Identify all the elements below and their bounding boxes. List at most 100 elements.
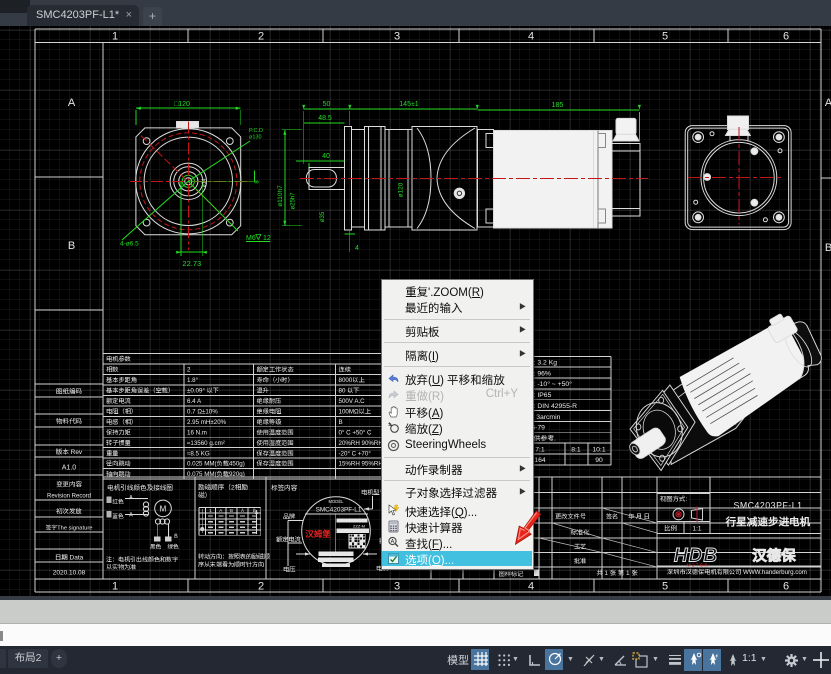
svg-text:B: B <box>68 240 75 252</box>
svg-text:ø130: ø130 <box>249 135 262 141</box>
svg-text:40: 40 <box>322 153 330 160</box>
svg-text:SMC4203PF-L1: SMC4203PF-L1 <box>316 507 362 514</box>
svg-text:B: B <box>825 242 831 254</box>
svg-text:日期 Data: 日期 Data <box>55 555 84 562</box>
svg-text:□120: □120 <box>174 101 190 108</box>
svg-text:签名: 签名 <box>606 513 618 521</box>
svg-text:3: 3 <box>394 581 400 593</box>
svg-text:M6: M6 <box>246 235 256 242</box>
svg-text:5: 5 <box>662 581 668 593</box>
svg-text:签字The signature: 签字The signature <box>44 524 92 532</box>
svg-text:ZZZ-M: ZZZ-M <box>353 524 365 529</box>
svg-text:基本步距角误差（空载）: 基本步距角误差（空载） <box>105 387 174 395</box>
svg-text:ø35: ø35 <box>320 211 326 222</box>
svg-text:使用温度范围: 使用温度范围 <box>257 428 294 436</box>
svg-text:汉姆堡: 汉姆堡 <box>304 529 331 539</box>
svg-text:ø110h7: ø110h7 <box>277 185 284 207</box>
svg-text:6.4 A: 6.4 A <box>187 398 202 405</box>
svg-text:20%RH 90%RH: 20%RH 90%RH <box>339 440 383 447</box>
svg-text:电感（相）: 电感（相） <box>106 418 137 426</box>
svg-text:版本 Rev: 版本 Rev <box>55 448 83 456</box>
svg-text:6: 6 <box>783 31 789 43</box>
svg-text:8: 8 <box>255 180 261 184</box>
svg-text:-20° C +70°: -20° C +70° <box>339 450 372 457</box>
svg-text:3: 3 <box>394 31 400 43</box>
svg-text:A: A <box>825 97 831 109</box>
svg-text:500V A.C: 500V A.C <box>339 398 366 405</box>
svg-text:1.8°: 1.8° <box>187 377 199 384</box>
svg-text:更改文件号: 更改文件号 <box>555 513 586 521</box>
svg-text:励磁顺序（2相励: 励磁顺序（2相励 <box>198 484 248 492</box>
svg-text:保存温度范围: 保存温度范围 <box>257 449 294 457</box>
svg-text:145±1: 145±1 <box>399 101 419 108</box>
svg-text:图样标记: 图样标记 <box>499 570 525 578</box>
svg-text:SMC4203PF-L1: SMC4203PF-L1 <box>733 501 802 511</box>
svg-text:行星减速步进电机: 行星减速步进电机 <box>725 516 811 529</box>
svg-text:使用湿度范围: 使用湿度范围 <box>257 439 294 447</box>
svg-text:A: A <box>219 508 222 513</box>
svg-text:比例: 比例 <box>664 525 677 533</box>
svg-text:额定电流: 额定电流 <box>276 536 301 544</box>
svg-text:黑色: 黑色 <box>150 543 162 551</box>
svg-text:≈8.5 KG: ≈8.5 KG <box>187 450 210 457</box>
svg-text:重量: 重量 <box>106 449 118 457</box>
svg-text:电压: 电压 <box>283 567 296 574</box>
svg-text:汉德保: 汉德保 <box>752 545 797 566</box>
svg-text:序从末端看为顺时针方向: 序从末端看为顺时针方向 <box>198 561 264 569</box>
svg-text:转子惯量: 转子惯量 <box>106 439 131 447</box>
svg-text:±0.09° 以下: ±0.09° 以下 <box>187 387 219 395</box>
svg-text:4: 4 <box>355 245 359 252</box>
svg-text:电机引线颜色及接线图: 电机引线颜色及接线图 <box>107 484 173 492</box>
svg-text:1: 1 <box>209 508 212 513</box>
svg-text:50: 50 <box>323 101 331 108</box>
svg-text:额定电流: 额定电流 <box>106 397 131 405</box>
svg-text:2.95 mH±20%: 2.95 mH±20% <box>187 419 227 426</box>
svg-text:标签内容: 标签内容 <box>271 484 298 492</box>
svg-text:10:1: 10:1 <box>592 446 605 453</box>
svg-text:B: B <box>230 508 233 513</box>
svg-text:A: A <box>129 495 133 501</box>
svg-text:22.73: 22.73 <box>182 259 201 268</box>
svg-text:2020.10.08: 2020.10.08 <box>53 570 86 577</box>
svg-text:164: 164 <box>534 457 546 464</box>
svg-text:变更内容: 变更内容 <box>56 481 83 489</box>
svg-text:转动方向：按照表的励磁顺: 转动方向：按照表的励磁顺 <box>198 553 270 561</box>
svg-text:图纸编码: 图纸编码 <box>56 388 83 396</box>
svg-text:相数: 相数 <box>106 367 119 374</box>
svg-text:ø25h7: ø25h7 <box>291 192 297 210</box>
svg-text:6: 6 <box>783 581 789 593</box>
svg-text:M O T O R: M O T O R <box>686 563 707 568</box>
svg-text:0° C +50° C: 0° C +50° C <box>339 429 373 436</box>
svg-text:以实物为准: 以实物为准 <box>106 563 137 571</box>
svg-text:5: 5 <box>662 31 668 43</box>
svg-text:磁）: 磁） <box>197 492 211 500</box>
svg-text:8000以上: 8000以上 <box>339 376 366 384</box>
svg-text:红色: 红色 <box>111 498 124 506</box>
svg-text:2: 2 <box>258 31 264 43</box>
svg-text:2: 2 <box>258 581 264 593</box>
svg-text:保持力矩: 保持力矩 <box>106 428 132 436</box>
svg-text:0.7 Ω±10%: 0.7 Ω±10% <box>187 408 218 415</box>
svg-text:品牌: 品牌 <box>283 513 295 521</box>
svg-text:初次发放: 初次发放 <box>56 508 83 516</box>
svg-text:1: 1 <box>112 581 118 593</box>
svg-text:注：电机引出线颜色和数字: 注：电机引出线颜色和数字 <box>106 556 178 564</box>
svg-text:基本步距角: 基本步距角 <box>105 376 137 384</box>
svg-text:4: 4 <box>528 581 534 593</box>
svg-text:P.C.D: P.C.D <box>249 128 263 134</box>
svg-text:物料代码: 物料代码 <box>56 418 83 426</box>
svg-text:Ā: Ā <box>241 507 244 513</box>
svg-text:B: B <box>339 419 343 426</box>
svg-text:MODEL: MODEL <box>329 499 345 504</box>
svg-text:4: 4 <box>528 31 534 43</box>
svg-text:7:1: 7:1 <box>535 446 545 453</box>
svg-text:蓝色: 蓝色 <box>112 512 124 520</box>
svg-text:保存湿度范围: 保存湿度范围 <box>257 460 294 468</box>
svg-text:深圳市汉德保电机有限公司 WWW.handerburg.co: 深圳市汉德保电机有限公司 WWW.handerburg.com <box>667 568 807 576</box>
svg-text:绝缘等级: 绝缘等级 <box>257 418 283 426</box>
svg-text:电机参数: 电机参数 <box>106 355 132 363</box>
svg-text:48.5: 48.5 <box>318 115 332 122</box>
svg-text:额定工作状态: 额定工作状态 <box>257 366 295 374</box>
svg-text:1: 1 <box>112 31 118 43</box>
svg-text:≈13560 g.cm²: ≈13560 g.cm² <box>187 440 225 447</box>
